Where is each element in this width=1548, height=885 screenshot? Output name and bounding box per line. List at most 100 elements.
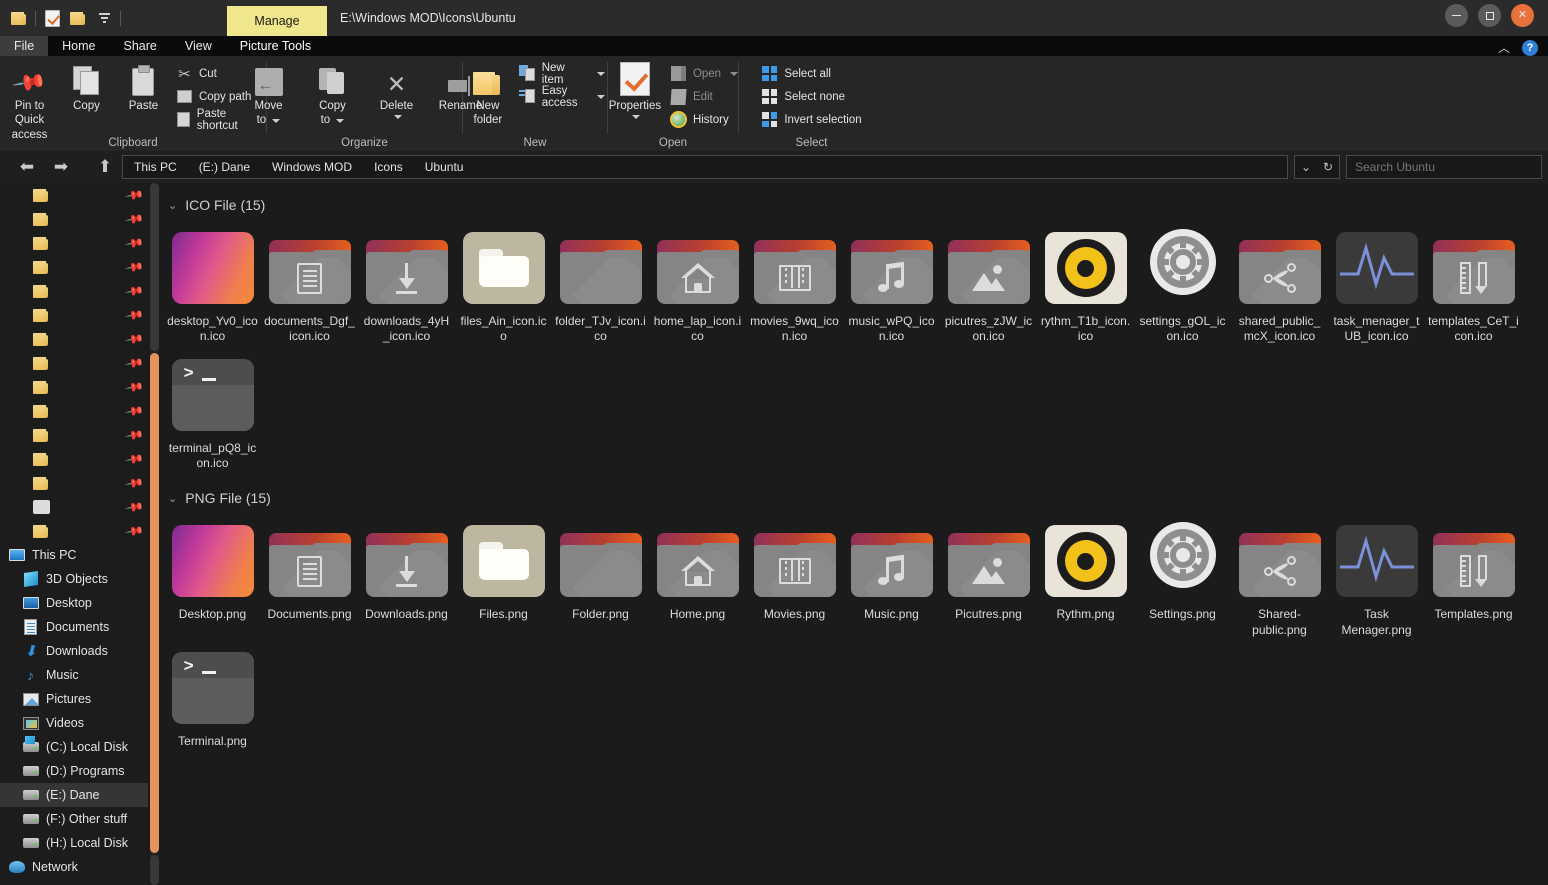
invert-selection-button[interactable]: Invert selection	[757, 109, 865, 130]
list-item[interactable]: 📌	[0, 303, 148, 327]
file-item[interactable]: rythm_T1b_icon.ico	[1037, 218, 1134, 345]
file-item[interactable]: Picutres.png	[940, 511, 1037, 638]
scrollbar-track-lower[interactable]	[150, 855, 159, 885]
pin-icon[interactable]: 📌	[124, 449, 144, 469]
search-input[interactable]	[1347, 160, 1541, 174]
file-item[interactable]: templates_CeT_icon.ico	[1425, 218, 1522, 345]
file-item[interactable]: Documents.png	[261, 511, 358, 638]
history-button[interactable]: History	[666, 109, 742, 130]
sidebar-item-h-local-disk[interactable]: (H:) Local Disk	[0, 831, 148, 855]
sidebar-item-desktop[interactable]: Desktop	[0, 591, 148, 615]
breadcrumb-item-this-pc[interactable]: This PC	[123, 156, 188, 178]
file-item[interactable]: Shared-public.png	[1231, 511, 1328, 638]
pin-icon[interactable]: 📌	[124, 209, 144, 229]
file-item[interactable]: settings_gOL_icon.ico	[1134, 218, 1231, 345]
help-icon[interactable]: ?	[1522, 39, 1538, 56]
sidebar-item-d-programs[interactable]: (D:) Programs	[0, 759, 148, 783]
maximize-button[interactable]	[1478, 4, 1501, 27]
pin-icon[interactable]: 📌	[124, 401, 144, 421]
sidebar-item-network[interactable]: Network	[0, 855, 148, 879]
pin-icon[interactable]: 📌	[124, 353, 144, 373]
list-item[interactable]: 📌	[0, 327, 148, 351]
list-item[interactable]: 📌	[0, 255, 148, 279]
copy-to-button[interactable]: Copy to	[301, 60, 365, 128]
collapse-ribbon-icon[interactable]: ︿	[1498, 39, 1510, 56]
copy-button[interactable]: Copy	[58, 60, 115, 113]
breadcrumb-item-e-dane[interactable]: (E:) Dane	[188, 156, 261, 178]
scrollbar-thumb[interactable]	[150, 353, 159, 853]
paste-button[interactable]: Paste	[115, 60, 172, 113]
forward-arrow-icon[interactable]: ➡	[48, 154, 74, 180]
close-button[interactable]: ✕	[1511, 4, 1534, 27]
file-item[interactable]: Desktop.png	[164, 511, 261, 638]
sidebar-item-e-dane[interactable]: (E:) Dane	[0, 783, 148, 807]
file-item[interactable]: Downloads.png	[358, 511, 455, 638]
sidebar-item-this-pc[interactable]: This PC	[0, 543, 148, 567]
file-item[interactable]: desktop_Yv0_icon.ico	[164, 218, 261, 345]
sidebar-item-documents[interactable]: Documents	[0, 615, 148, 639]
contextual-tab-manage[interactable]: Manage	[227, 6, 327, 36]
pin-icon[interactable]: 📌	[124, 233, 144, 253]
sidebar-item-3d-objects[interactable]: 3D Objects	[0, 567, 148, 591]
list-item[interactable]: 📌	[0, 375, 148, 399]
file-item[interactable]: folder_TJv_icon.ico	[552, 218, 649, 345]
sidebar-item-f-other-stuff[interactable]: (F:) Other stuff	[0, 807, 148, 831]
pin-to-quick-access-button[interactable]: 📌 Pin to Quick access	[1, 60, 58, 142]
tab-share[interactable]: Share	[110, 36, 171, 56]
file-item[interactable]: Settings.png	[1134, 511, 1231, 638]
file-list-view[interactable]: ⌄ ICO File (15) desktop_Yv0_icon.ico doc…	[161, 183, 1548, 885]
sidebar-item-videos[interactable]: Videos	[0, 711, 148, 735]
group-header-ico[interactable]: ⌄ ICO File (15)	[168, 192, 1548, 218]
sidebar-item-c-local-disk[interactable]: (C:) Local Disk	[0, 735, 148, 759]
file-item[interactable]: Rythm.png	[1037, 511, 1134, 638]
file-item[interactable]: movies_9wq_icon.ico	[746, 218, 843, 345]
up-arrow-icon[interactable]: ⬆	[92, 154, 118, 180]
file-item[interactable]: music_wPQ_icon.ico	[843, 218, 940, 345]
pin-icon[interactable]: 📌	[124, 257, 144, 277]
tab-picture-tools[interactable]: Picture Tools	[226, 36, 325, 56]
file-item[interactable]: Movies.png	[746, 511, 843, 638]
new-item-button[interactable]: New item	[515, 62, 609, 86]
select-all-button[interactable]: Select all	[757, 63, 865, 84]
delete-button[interactable]: ✕ Delete	[365, 60, 429, 120]
pin-icon[interactable]: 📌	[124, 281, 144, 301]
sidebar-item-downloads[interactable]: ⬇ Downloads	[0, 639, 148, 663]
list-item[interactable]: 📌	[0, 423, 148, 447]
file-item[interactable]: home_lap_icon.ico	[649, 218, 746, 345]
easy-access-button[interactable]: Easy access	[515, 85, 609, 109]
group-header-png[interactable]: ⌄ PNG File (15)	[168, 485, 1548, 511]
pin-icon[interactable]: 📌	[124, 185, 144, 205]
chevron-down-icon[interactable]: ⌄	[1295, 156, 1317, 178]
properties-button[interactable]: Properties	[604, 60, 666, 120]
file-item[interactable]: downloads_4yH_icon.ico	[358, 218, 455, 345]
list-item[interactable]: 📌	[0, 495, 148, 519]
file-item[interactable]: task_menager_tUB_icon.ico	[1328, 218, 1425, 345]
list-item[interactable]: 📌	[0, 519, 148, 543]
pin-icon[interactable]: 📌	[124, 497, 144, 517]
tab-view[interactable]: View	[171, 36, 226, 56]
file-item[interactable]: > terminal_pQ8_icon.ico	[164, 345, 261, 472]
file-item[interactable]: Home.png	[649, 511, 746, 638]
open-button[interactable]: Open	[666, 63, 742, 84]
edit-button[interactable]: Edit	[666, 86, 742, 107]
properties-icon[interactable]	[39, 5, 65, 31]
navigation-pane-scrollbar[interactable]	[148, 183, 160, 885]
folder-icon[interactable]	[6, 5, 32, 31]
list-item[interactable]: 📌	[0, 207, 148, 231]
move-to-button[interactable]: ← Move to	[237, 60, 301, 128]
file-item[interactable]: Templates.png	[1425, 511, 1522, 638]
customize-dropdown-icon[interactable]	[91, 5, 117, 31]
list-item[interactable]: 📌	[0, 231, 148, 255]
tab-home[interactable]: Home	[48, 36, 109, 56]
pin-icon[interactable]: 📌	[124, 377, 144, 397]
list-item[interactable]: 📌	[0, 279, 148, 303]
pin-icon[interactable]: 📌	[124, 329, 144, 349]
pin-icon[interactable]: 📌	[124, 305, 144, 325]
file-item[interactable]: shared_public_mcX_icon.ico	[1231, 218, 1328, 345]
breadcrumb-item-windows-mod[interactable]: Windows MOD	[261, 156, 363, 178]
file-item[interactable]: Task Menager.png	[1328, 511, 1425, 638]
file-item[interactable]: picutres_zJW_icon.ico	[940, 218, 1037, 345]
new-folder-icon[interactable]	[65, 5, 91, 31]
pin-icon[interactable]: 📌	[124, 473, 144, 493]
file-item[interactable]: Folder.png	[552, 511, 649, 638]
